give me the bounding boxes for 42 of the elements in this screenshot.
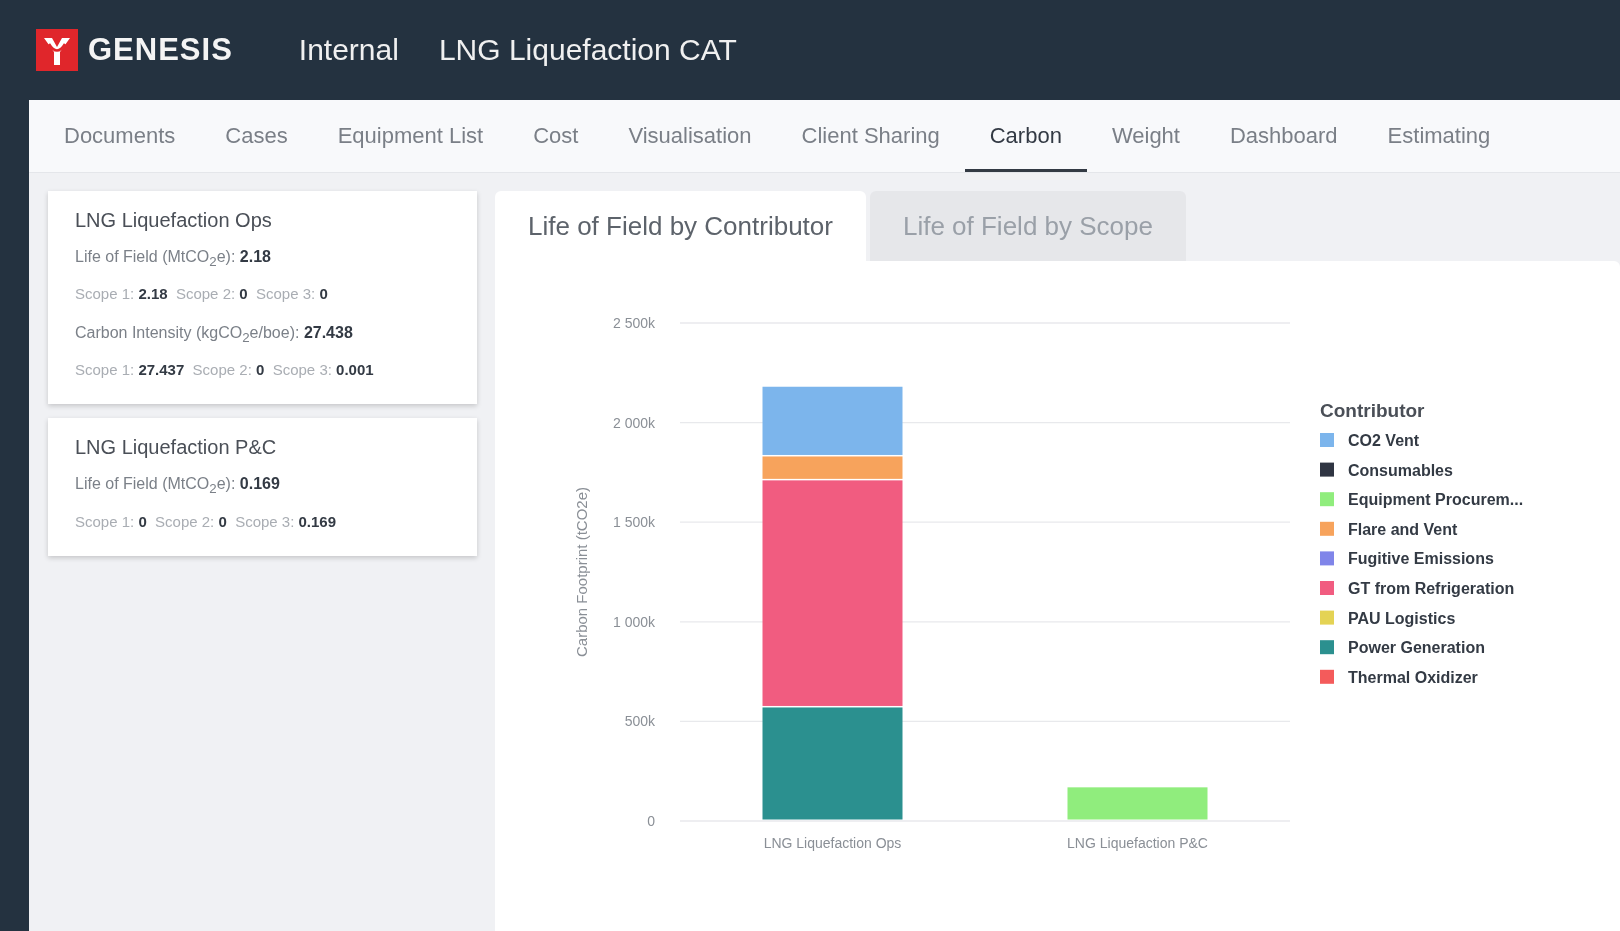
nav-tab[interactable]: Dashboard [1204,100,1363,172]
nav-tab[interactable]: Visualisation [603,100,777,172]
legend-item[interactable]: Fugitive Emissions [1348,550,1494,568]
scope-breakdown: Scope 1: 0 Scope 2: 0 Scope 3: 0.169 [75,512,338,530]
logo-icon [36,29,78,71]
nav-tab[interactable]: Equipment List [312,100,509,172]
legend-title: Contributor [1320,400,1425,421]
scope-breakdown: Scope 1: 27.437 Scope 2: 0 Scope 3: 0.001 [75,361,375,379]
metric-text: Life of Field (MtCO$_{2}$e): 0.169 [75,475,281,497]
axis-title: Carbon Footprint (tCO2e) [573,486,590,658]
workspace-name: Internal [298,33,399,67]
chart-tab[interactable]: Life of Field by Contributor [495,191,866,261]
legend-item[interactable]: CO2 Vent [1348,432,1420,449]
nav-tab[interactable]: Cost [508,100,604,172]
axis-tick-label: 0 [647,813,655,829]
axis-category-label: LNG Liquefaction P&C [1067,835,1208,851]
axis-tick-label: 1 000k [612,613,655,630]
scope-breakdown: Scope 1: 2.18 Scope 2: 0 Scope 3: 0 [75,285,329,303]
axis-tick-label: 1 500k [612,514,655,531]
legend-item[interactable]: Equipment Procurem... [1348,491,1524,509]
legend-item[interactable]: Power Generation [1348,639,1485,657]
card-title: LNG Liquefaction Ops [75,209,273,232]
legend-item[interactable]: PAU Logistics [1348,609,1456,627]
nav-tab[interactable]: Client Sharing [776,100,965,172]
axis-tick-label: 500k [624,713,655,730]
nav-tab[interactable]: Carbon [964,100,1087,172]
axis-tick-label: 2 500k [612,315,655,331]
legend-item[interactable]: Consumables [1348,461,1453,479]
project-title: LNG Liquefaction CAT [438,33,737,67]
nav-tab[interactable]: Cases [200,100,313,172]
nav-tab[interactable]: Documents [39,100,201,172]
nav-tab[interactable]: Estimating [1362,100,1516,172]
nav-tab[interactable]: Weight [1086,100,1205,172]
metric-text: Carbon Intensity (kgCO$_{2}$e/boe): 27.438 [75,324,354,346]
axis-category-label: LNG Liquefaction Ops [763,835,902,851]
axis-tick-label: 2 000k [612,414,655,431]
legend-item[interactable]: Thermal Oxidizer [1348,668,1478,686]
brand-name: GENESIS [88,32,233,68]
legend-item[interactable]: GT from Refrigeration [1348,580,1515,597]
metric-text: Life of Field (MtCO$_{2}$e): 2.18 [75,248,272,270]
legend-item[interactable]: Flare and Vent [1348,520,1458,538]
card-title: LNG Liquefaction P&C [75,436,278,460]
